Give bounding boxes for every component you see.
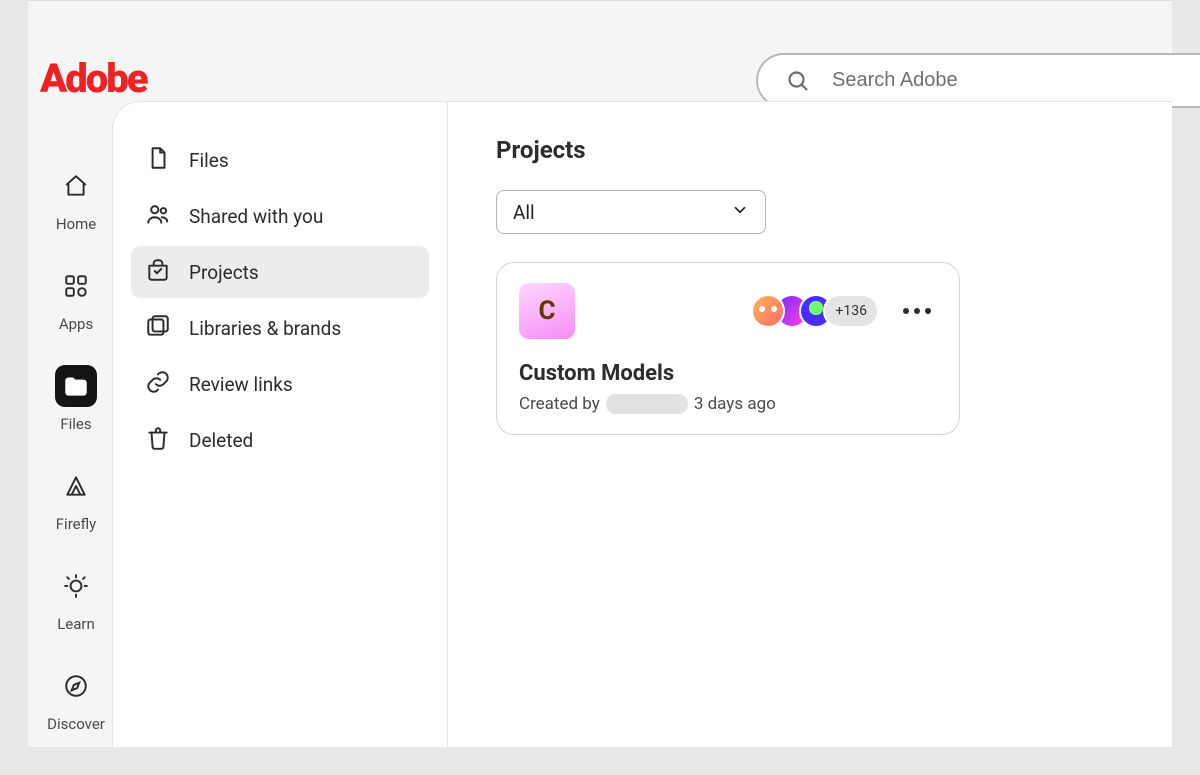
side-item-review-links[interactable]: Review links — [131, 358, 429, 410]
files-side-panel: Files Shared with you Projects — [112, 101, 448, 747]
side-label: Review links — [189, 373, 293, 396]
page-title: Projects — [496, 136, 1124, 164]
lightbulb-icon — [55, 565, 97, 607]
side-item-projects[interactable]: Projects — [131, 246, 429, 298]
created-by-label: Created by — [519, 394, 600, 414]
side-label: Deleted — [189, 429, 253, 452]
side-item-shared[interactable]: Shared with you — [131, 190, 429, 242]
left-rail: Home Apps Files Firefly — [28, 151, 124, 747]
rail-item-apps[interactable]: Apps — [55, 265, 97, 333]
collaborator-avatars[interactable]: +136 — [751, 294, 879, 328]
search-bar[interactable] — [756, 53, 1200, 108]
search-icon — [786, 69, 810, 93]
firefly-icon — [55, 465, 97, 507]
compass-icon — [55, 665, 97, 707]
main-content: Projects All C +136 — [448, 101, 1172, 747]
rail-label: Discover — [47, 715, 105, 733]
rail-label: Firefly — [56, 515, 96, 533]
rail-label: Learn — [57, 615, 95, 633]
avatar-overflow-count: +136 — [823, 294, 879, 328]
file-icon — [145, 145, 171, 175]
created-time: 3 days ago — [694, 394, 776, 414]
search-input[interactable] — [832, 69, 1200, 92]
project-title: Custom Models — [519, 361, 937, 386]
rail-label: Home — [56, 215, 96, 233]
project-meta: Created by 3 days ago — [519, 394, 937, 414]
home-icon — [55, 165, 97, 207]
rail-item-firefly[interactable]: Firefly — [55, 465, 97, 533]
side-label: Files — [189, 149, 229, 172]
rail-item-files[interactable]: Files — [55, 365, 97, 433]
chevron-down-icon — [731, 201, 749, 223]
rail-label: Apps — [59, 315, 93, 333]
rail-label: Files — [60, 415, 91, 433]
side-item-files[interactable]: Files — [131, 134, 429, 186]
libraries-icon — [145, 313, 171, 343]
project-thumbnail: C — [519, 283, 575, 339]
rail-item-home[interactable]: Home — [55, 165, 97, 233]
more-actions-button[interactable] — [897, 302, 937, 320]
side-label: Shared with you — [189, 205, 323, 228]
rail-item-discover[interactable]: Discover — [47, 665, 105, 733]
adobe-logo[interactable]: Adobe — [40, 55, 147, 102]
side-item-libraries[interactable]: Libraries & brands — [131, 302, 429, 354]
project-card[interactable]: C +136 Custom Models Created by — [496, 262, 960, 435]
side-label: Libraries & brands — [189, 317, 341, 340]
side-label: Projects — [189, 261, 259, 284]
link-icon — [145, 369, 171, 399]
filter-dropdown[interactable]: All — [496, 190, 766, 234]
creator-name-redacted — [606, 394, 688, 414]
filter-value: All — [513, 201, 535, 224]
files-icon — [55, 365, 97, 407]
side-item-deleted[interactable]: Deleted — [131, 414, 429, 466]
trash-icon — [145, 425, 171, 455]
rail-item-learn[interactable]: Learn — [55, 565, 97, 633]
apps-icon — [55, 265, 97, 307]
people-icon — [145, 201, 171, 231]
projects-icon — [145, 257, 171, 287]
